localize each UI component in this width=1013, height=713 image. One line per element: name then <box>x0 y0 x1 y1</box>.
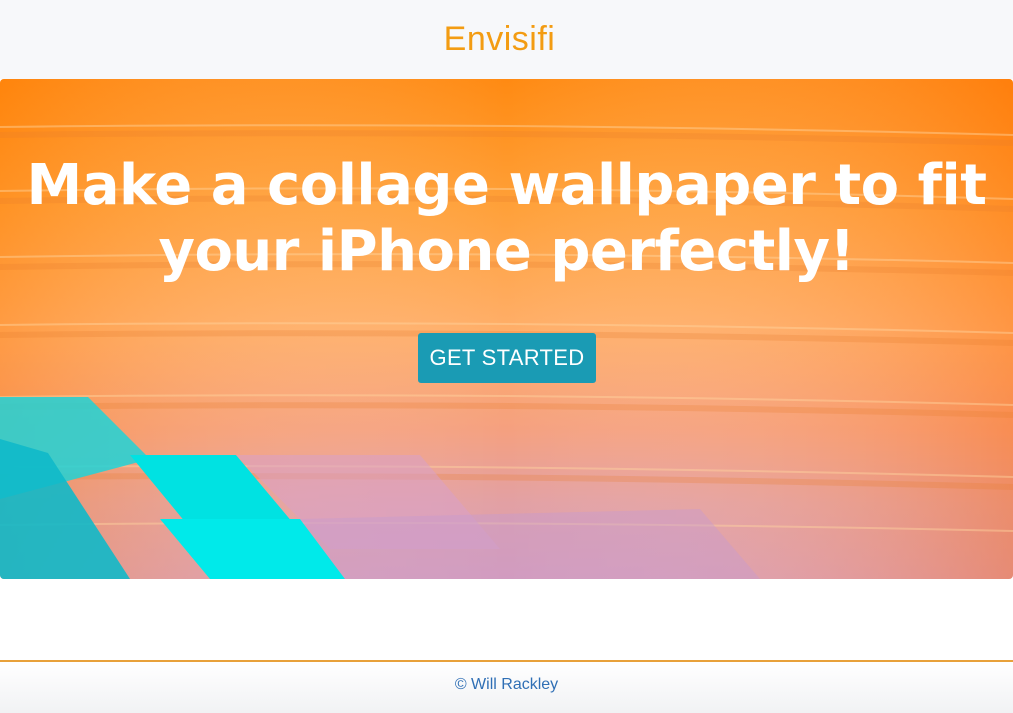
hero-title-line-1: Make a collage wallpaper to fit <box>26 153 987 218</box>
navbar: Envisifi <box>0 0 1013 79</box>
get-started-button[interactable]: GET STARTED <box>418 333 596 383</box>
brand-logo-link[interactable]: Envisifi <box>444 20 556 59</box>
hero-banner: Make a collage wallpaper to fit your iPh… <box>0 79 1013 579</box>
hero-title-line-2: your iPhone perfectly! <box>158 219 855 284</box>
footer-copyright: © Will Rackley <box>454 675 559 693</box>
hero-title: Make a collage wallpaper to fit your iPh… <box>0 153 1013 285</box>
footer: © Will Rackley <box>0 660 1013 713</box>
